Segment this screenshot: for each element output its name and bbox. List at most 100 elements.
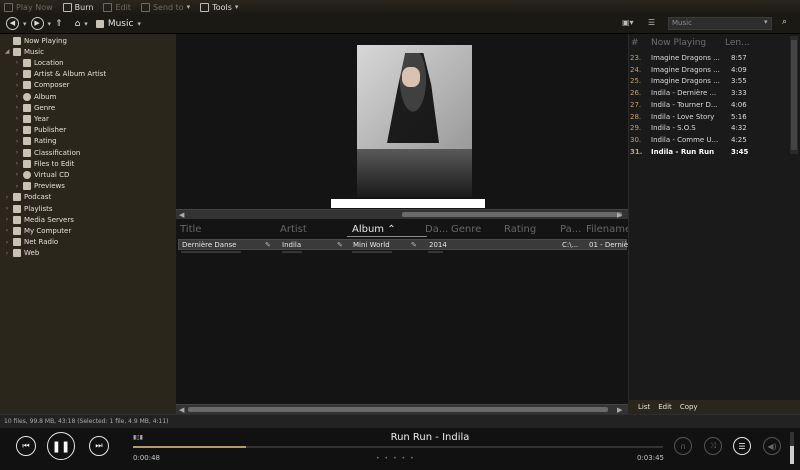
tree-item[interactable]: › Location xyxy=(14,57,64,68)
column-date[interactable]: Da... xyxy=(425,224,448,235)
page-dots[interactable]: ••••• xyxy=(376,455,419,462)
chevron-down-icon[interactable]: ▾ xyxy=(23,20,27,28)
pause-button[interactable]: ❚❚ xyxy=(47,432,75,460)
next-button[interactable]: ⏭ xyxy=(89,436,109,456)
top-horizontal-scrollbar[interactable]: ◀ ▶ xyxy=(176,209,628,219)
up-level-icon[interactable]: ⇑ xyxy=(55,19,63,29)
breadcrumb[interactable]: Music xyxy=(108,19,134,29)
tree-item[interactable]: › Media Servers xyxy=(4,214,74,225)
list-item[interactable]: 25. Imagine Dragons ... 3:55 xyxy=(628,76,800,87)
column-path[interactable]: Pa... xyxy=(560,224,581,235)
column-genre[interactable]: Genre xyxy=(451,224,481,235)
expand-arrow-icon[interactable]: › xyxy=(14,160,20,167)
view-mode-icon[interactable]: ▣▾ xyxy=(622,18,634,27)
list-item[interactable]: 28. Indila - Love Story 5:16 xyxy=(628,112,800,123)
now-playing-column-length[interactable]: Len... xyxy=(725,38,750,48)
column-title[interactable]: Title xyxy=(180,224,201,235)
expand-arrow-icon[interactable]: › xyxy=(4,239,10,246)
chevron-down-icon[interactable]: ▾ xyxy=(84,20,88,28)
tree-item[interactable]: › Album xyxy=(14,91,56,102)
tools-menu[interactable]: Tools ▾ xyxy=(200,2,238,12)
list-view-icon[interactable]: ☰ xyxy=(648,18,655,27)
play-now-menu[interactable]: Play Now xyxy=(4,2,53,12)
column-artist[interactable]: Artist xyxy=(280,224,307,235)
tree-item[interactable]: › Previews xyxy=(14,181,65,192)
column-album[interactable]: Album ⌃ xyxy=(352,224,396,235)
tree-item[interactable]: ◢ Music xyxy=(4,46,44,57)
tree-item[interactable]: › Artist & Album Artist xyxy=(14,69,106,80)
headphones-button[interactable]: ∩ xyxy=(674,437,692,455)
tree-item[interactable]: › Rating xyxy=(14,136,57,147)
expand-arrow-icon[interactable]: › xyxy=(14,171,20,178)
list-item[interactable]: 27. Indila - Tourner D... 4:06 xyxy=(628,100,800,111)
tree-item[interactable]: › Composer xyxy=(14,80,70,91)
tree-item[interactable]: › Net Radio xyxy=(4,237,58,248)
list-item[interactable]: 30. Indila - Comme U... 4:25 xyxy=(628,135,800,146)
table-row[interactable]: Dernière Danse ✎ Indila ✎ Mini World ✎ 2… xyxy=(178,239,635,250)
list-item[interactable]: 29. Indila - S.O.S 4:32 xyxy=(628,123,800,134)
expand-arrow-icon[interactable]: › xyxy=(14,82,20,89)
volume-button[interactable]: ◀) xyxy=(763,437,781,455)
tree-item[interactable]: › My Computer xyxy=(4,225,71,236)
list-button[interactable]: List xyxy=(638,403,650,411)
column-rating[interactable]: Rating xyxy=(504,224,536,235)
tree-item[interactable]: › Genre xyxy=(14,102,55,113)
list-item[interactable]: 26. Indila - Dernière ... 3:33 xyxy=(628,88,800,99)
tree-item[interactable]: Now Playing xyxy=(4,35,67,46)
pin-icon[interactable]: ✎ xyxy=(411,240,417,250)
expand-arrow-icon[interactable]: › xyxy=(14,59,20,66)
expand-arrow-icon[interactable]: › xyxy=(4,205,10,212)
chevron-down-icon[interactable]: ▾ xyxy=(48,20,52,28)
now-playing-column-number[interactable]: # xyxy=(631,38,639,48)
tree-item[interactable]: › Virtual CD xyxy=(14,169,69,180)
playlist-button[interactable]: ☰ xyxy=(733,437,751,455)
expand-arrow-icon[interactable]: › xyxy=(4,194,10,201)
expand-arrow-icon[interactable]: › xyxy=(4,250,10,257)
previous-button[interactable]: ⏮ xyxy=(16,436,36,456)
pin-icon[interactable]: ✎ xyxy=(265,240,271,250)
expand-arrow-icon[interactable]: › xyxy=(14,138,20,145)
expand-arrow-icon[interactable]: › xyxy=(14,149,20,156)
bottom-horizontal-scrollbar[interactable]: ◀ ▶ xyxy=(176,404,628,414)
expand-arrow-icon[interactable]: ◢ xyxy=(4,48,10,55)
burn-menu[interactable]: Burn xyxy=(62,2,93,12)
scroll-right-icon[interactable]: ▶ xyxy=(617,210,622,220)
send-to-menu[interactable]: Send to ▾ xyxy=(140,2,190,12)
tree-item[interactable]: › Podcast xyxy=(4,192,51,203)
scroll-thumb[interactable] xyxy=(188,407,608,412)
tree-item[interactable]: › Files to Edit xyxy=(14,158,74,169)
chevron-down-icon[interactable]: ▾ xyxy=(764,18,768,26)
edit-menu[interactable]: Edit xyxy=(103,2,131,12)
copy-button[interactable]: Copy xyxy=(680,403,698,411)
shuffle-button[interactable]: ⤨ xyxy=(704,437,722,455)
tree-item[interactable]: › Publisher xyxy=(14,125,66,136)
edit-button[interactable]: Edit xyxy=(658,403,672,411)
expand-arrow-icon[interactable]: › xyxy=(4,227,10,234)
scroll-thumb[interactable] xyxy=(791,40,797,150)
scroll-left-icon[interactable]: ◀ xyxy=(179,210,184,220)
back-button[interactable]: ◀ xyxy=(6,17,19,30)
pin-icon[interactable]: ✎ xyxy=(337,240,343,250)
expand-arrow-icon[interactable]: › xyxy=(14,183,20,190)
expand-arrow-icon[interactable]: › xyxy=(4,216,10,223)
expand-arrow-icon[interactable]: › xyxy=(14,127,20,134)
search-icon[interactable]: ⌕ xyxy=(782,17,787,27)
tree-item[interactable]: › Playlists xyxy=(4,203,53,214)
scroll-thumb[interactable] xyxy=(402,212,622,217)
tree-item[interactable]: › Web xyxy=(4,248,39,259)
expand-arrow-icon[interactable]: › xyxy=(14,71,20,78)
forward-button[interactable]: ▶ xyxy=(30,17,44,30)
column-filename[interactable]: Filename xyxy=(586,224,631,235)
list-item[interactable]: 31. Indila - Run Run 3:45 xyxy=(628,147,800,158)
list-item[interactable]: 23. Imagine Dragons ... 8:57 xyxy=(628,53,800,64)
expand-arrow-icon[interactable]: › xyxy=(14,104,20,111)
chevron-down-icon[interactable]: ▾ xyxy=(137,20,141,28)
home-icon[interactable]: ⌂ xyxy=(75,19,81,29)
expand-arrow-icon[interactable]: › xyxy=(14,93,20,100)
now-playing-column-title[interactable]: Now Playing xyxy=(651,38,706,48)
tree-item[interactable]: › Year xyxy=(14,113,49,124)
tree-item[interactable]: › Classification xyxy=(14,147,80,158)
search-input[interactable]: Music xyxy=(668,17,772,30)
equalizer-icon[interactable]: ▮▯▮ xyxy=(133,434,143,441)
list-item[interactable]: 24. Imagine Dragons ... 4:09 xyxy=(628,65,800,76)
